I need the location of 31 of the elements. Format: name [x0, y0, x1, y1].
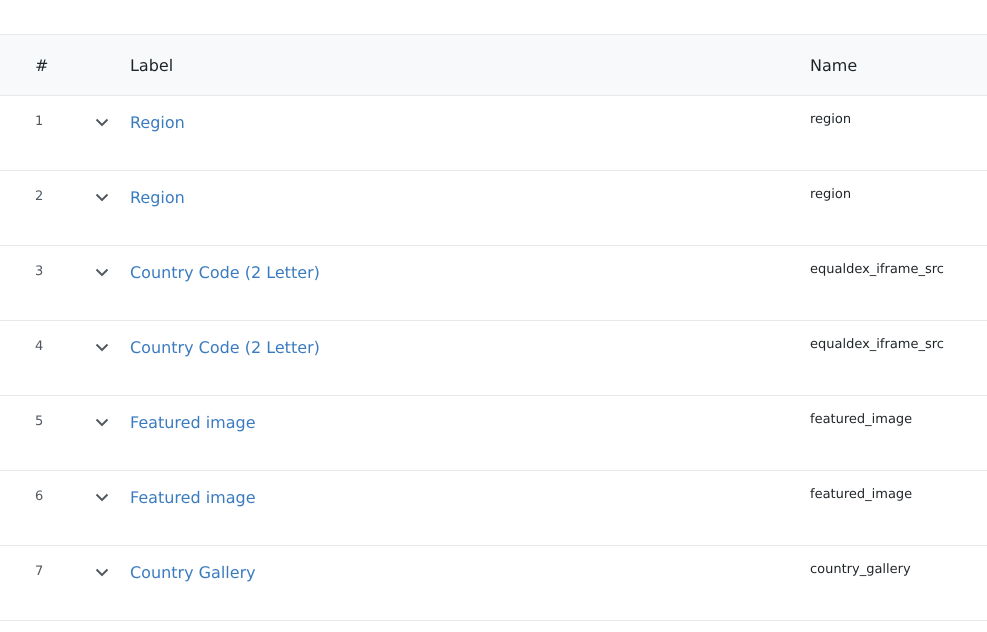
row-number: 6: [34, 488, 44, 506]
field-label-link[interactable]: Country Code (2 Letter): [130, 263, 320, 282]
field-label-link[interactable]: Country Code (2 Letter): [130, 338, 320, 357]
field-label-link[interactable]: Region: [130, 188, 185, 207]
field-label-link[interactable]: Featured image: [130, 413, 256, 432]
chevron-down-icon[interactable]: [95, 118, 109, 126]
field-name: equaldex_iframe_src: [810, 261, 945, 279]
row-number: 2: [34, 188, 44, 206]
chevron-down-icon[interactable]: [95, 568, 109, 576]
column-header: Name: [810, 56, 858, 74]
field-name: country_gallery: [810, 561, 912, 579]
chevron-down-icon[interactable]: [95, 492, 109, 502]
field-name: region: [810, 186, 852, 204]
chevron-down-icon[interactable]: [95, 192, 109, 202]
field-name: featured_image: [810, 411, 914, 429]
row-number: 4: [34, 338, 44, 356]
field-label-link[interactable]: Featured image: [130, 488, 256, 507]
column-header: Label: [130, 56, 174, 74]
field-name: region: [810, 111, 852, 129]
field-name: featured_image: [810, 486, 914, 504]
row-number: 7: [34, 563, 44, 581]
row-number: 5: [34, 413, 44, 431]
row-number: 3: [34, 263, 44, 281]
column-header: #: [34, 56, 50, 74]
chevron-down-icon[interactable]: [95, 342, 109, 352]
chevron-down-icon[interactable]: [95, 268, 109, 276]
field-name: equaldex_iframe_src: [810, 336, 945, 354]
field-label-link[interactable]: Region: [130, 113, 185, 132]
chevron-down-icon[interactable]: [95, 418, 109, 426]
field-label-link[interactable]: Country Gallery: [130, 563, 256, 582]
row-number: 1: [34, 113, 44, 131]
